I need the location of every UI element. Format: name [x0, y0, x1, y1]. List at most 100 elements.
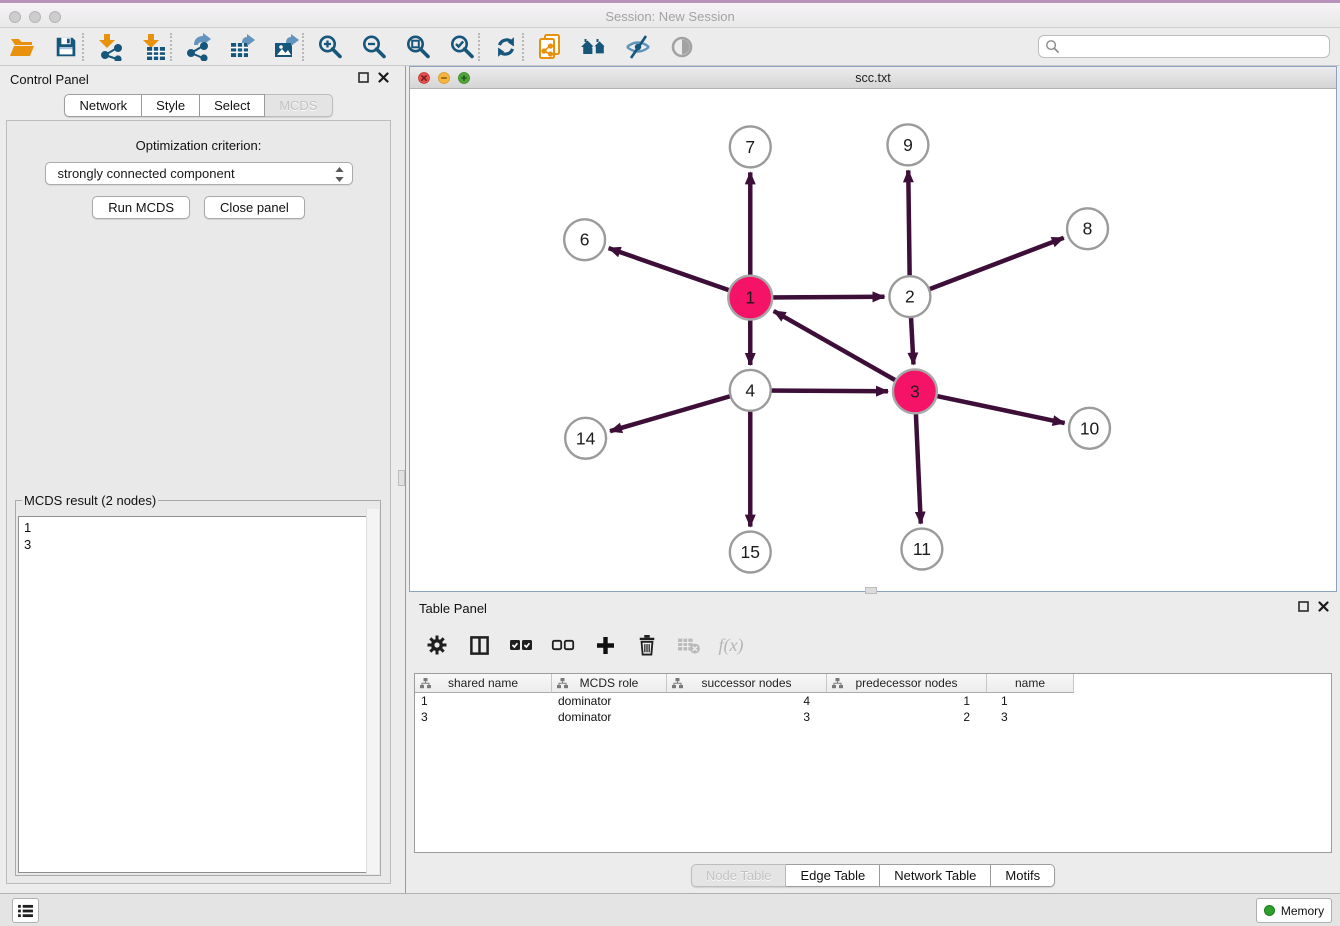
close-table-panel-icon[interactable]: [1318, 601, 1329, 612]
result-scrollbar[interactable]: [366, 509, 379, 874]
zoom-out-button[interactable]: [360, 33, 388, 61]
table-row[interactable]: 1 dominator 4 1 1: [415, 693, 1331, 709]
close-panel-button[interactable]: Close panel: [204, 196, 305, 219]
tab-network[interactable]: Network: [64, 94, 142, 117]
checked-boxes-icon: [509, 636, 533, 654]
network-canvas[interactable]: 1234678910111415: [410, 89, 1336, 591]
hide-panel-button[interactable]: [624, 33, 652, 61]
import-network-button[interactable]: [96, 33, 124, 61]
plus-icon: [595, 635, 616, 656]
tab-style[interactable]: Style: [142, 94, 200, 117]
save-session-button[interactable]: [52, 33, 80, 61]
graph-node-label-8: 8: [1083, 219, 1093, 239]
task-history-button[interactable]: [12, 898, 39, 923]
float-table-panel-icon[interactable]: [1298, 601, 1309, 612]
memory-button[interactable]: Memory: [1256, 898, 1332, 923]
toolbar-separator: [82, 33, 84, 61]
graph-node-label-7: 7: [745, 137, 755, 157]
panel-divider[interactable]: [397, 66, 409, 893]
graph-node-label-3: 3: [910, 381, 920, 401]
table-row[interactable]: 3 dominator 3 2 3: [415, 709, 1331, 725]
column-header-shared-name[interactable]: shared name: [415, 674, 552, 693]
zoom-in-icon: [316, 33, 344, 61]
column-header-predecessor-nodes[interactable]: predecessor nodes: [827, 674, 987, 693]
copy-network-icon: [536, 33, 564, 61]
tab-mcds[interactable]: MCDS: [265, 94, 332, 117]
export-image-icon: [272, 33, 300, 61]
column-type-icon: [420, 678, 431, 689]
export-table-button[interactable]: [228, 33, 256, 61]
tab-edge-table[interactable]: Edge Table: [786, 864, 880, 887]
import-table-icon: [140, 33, 168, 61]
delete-column-button[interactable]: [633, 631, 661, 659]
function-icon: f(x): [719, 635, 744, 656]
network-window-titlebar[interactable]: scc.txt: [410, 67, 1336, 89]
toggle-columns-button[interactable]: [465, 631, 493, 659]
refresh-view-button[interactable]: [492, 33, 520, 61]
graph-edge-3-1[interactable]: [774, 311, 915, 391]
copy-network-button[interactable]: [536, 33, 564, 61]
export-network-button[interactable]: [184, 33, 212, 61]
tab-motifs[interactable]: Motifs: [991, 864, 1055, 887]
main-toolbar: [0, 28, 1340, 66]
column-header-name[interactable]: name: [987, 674, 1074, 693]
open-session-button[interactable]: [8, 33, 36, 61]
graph-node-label-14: 14: [576, 428, 596, 448]
run-mcds-button[interactable]: Run MCDS: [92, 196, 190, 219]
column-header-mcds-role[interactable]: MCDS role: [552, 674, 667, 693]
tab-network-table[interactable]: Network Table: [880, 864, 991, 887]
zoom-fit-icon: [404, 33, 432, 61]
memory-label: Memory: [1281, 904, 1324, 918]
select-all-columns-button[interactable]: [507, 631, 535, 659]
mcds-result-list[interactable]: 1 3: [18, 516, 378, 873]
zoom-in-button[interactable]: [316, 33, 344, 61]
criterion-select[interactable]: strongly connected component: [45, 162, 353, 185]
import-table-button[interactable]: [140, 33, 168, 61]
float-panel-icon[interactable]: [358, 72, 369, 83]
window-titlebar: Session: New Session: [0, 0, 1340, 28]
table-settings-button[interactable]: [423, 631, 451, 659]
toolbar-separator: [478, 33, 480, 61]
home-icon: [580, 33, 608, 61]
home-button[interactable]: [580, 33, 608, 61]
graph-node-label-2: 2: [905, 287, 915, 307]
graph-node-label-6: 6: [580, 230, 590, 250]
export-table-icon: [228, 33, 256, 61]
network-window-title: scc.txt: [410, 71, 1336, 85]
mcds-panel: Optimization criterion: strongly connect…: [6, 120, 391, 884]
zoom-fit-button[interactable]: [404, 33, 432, 61]
toolbar-separator: [302, 33, 304, 61]
node-table: shared name MCDS role successor nodes pr…: [414, 673, 1332, 853]
graph-edge-4-14[interactable]: [610, 390, 750, 431]
memory-status-dot: [1264, 905, 1275, 916]
select-spinner-icon: [335, 167, 344, 182]
optimization-criterion-label: Optimization criterion:: [7, 138, 390, 153]
save-floppy-icon: [53, 34, 79, 60]
table-toolbar: f(x): [423, 627, 759, 663]
delete-table-icon: [677, 635, 701, 655]
search-input[interactable]: [1038, 35, 1330, 58]
graph-node-label-11: 11: [913, 539, 931, 559]
deselect-all-columns-button[interactable]: [549, 631, 577, 659]
graph-edge-2-8[interactable]: [910, 238, 1064, 297]
task-list-icon: [18, 904, 33, 918]
zoom-selected-button[interactable]: [448, 33, 476, 61]
toolbar-separator: [170, 33, 172, 61]
eye-slash-icon: [624, 33, 652, 61]
graph-node-label-9: 9: [903, 135, 913, 155]
add-column-button[interactable]: [591, 631, 619, 659]
graph-node-label-10: 10: [1080, 418, 1100, 438]
gear-icon: [426, 634, 448, 656]
export-image-button[interactable]: [272, 33, 300, 61]
import-network-icon: [96, 33, 124, 61]
status-bar: Memory: [0, 893, 1340, 926]
tab-node-table[interactable]: Node Table: [691, 864, 787, 887]
horizontal-split-grip[interactable]: [865, 587, 877, 594]
control-panel-title: Control Panel: [10, 72, 89, 87]
tab-select[interactable]: Select: [200, 94, 265, 117]
eye-disabled-icon: [668, 33, 696, 61]
close-panel-icon[interactable]: [378, 72, 389, 83]
column-header-successor-nodes[interactable]: successor nodes: [667, 674, 827, 693]
panel-divider-handle[interactable]: [398, 470, 405, 486]
control-panel: Control Panel Network Style Select MCDS …: [0, 66, 397, 893]
